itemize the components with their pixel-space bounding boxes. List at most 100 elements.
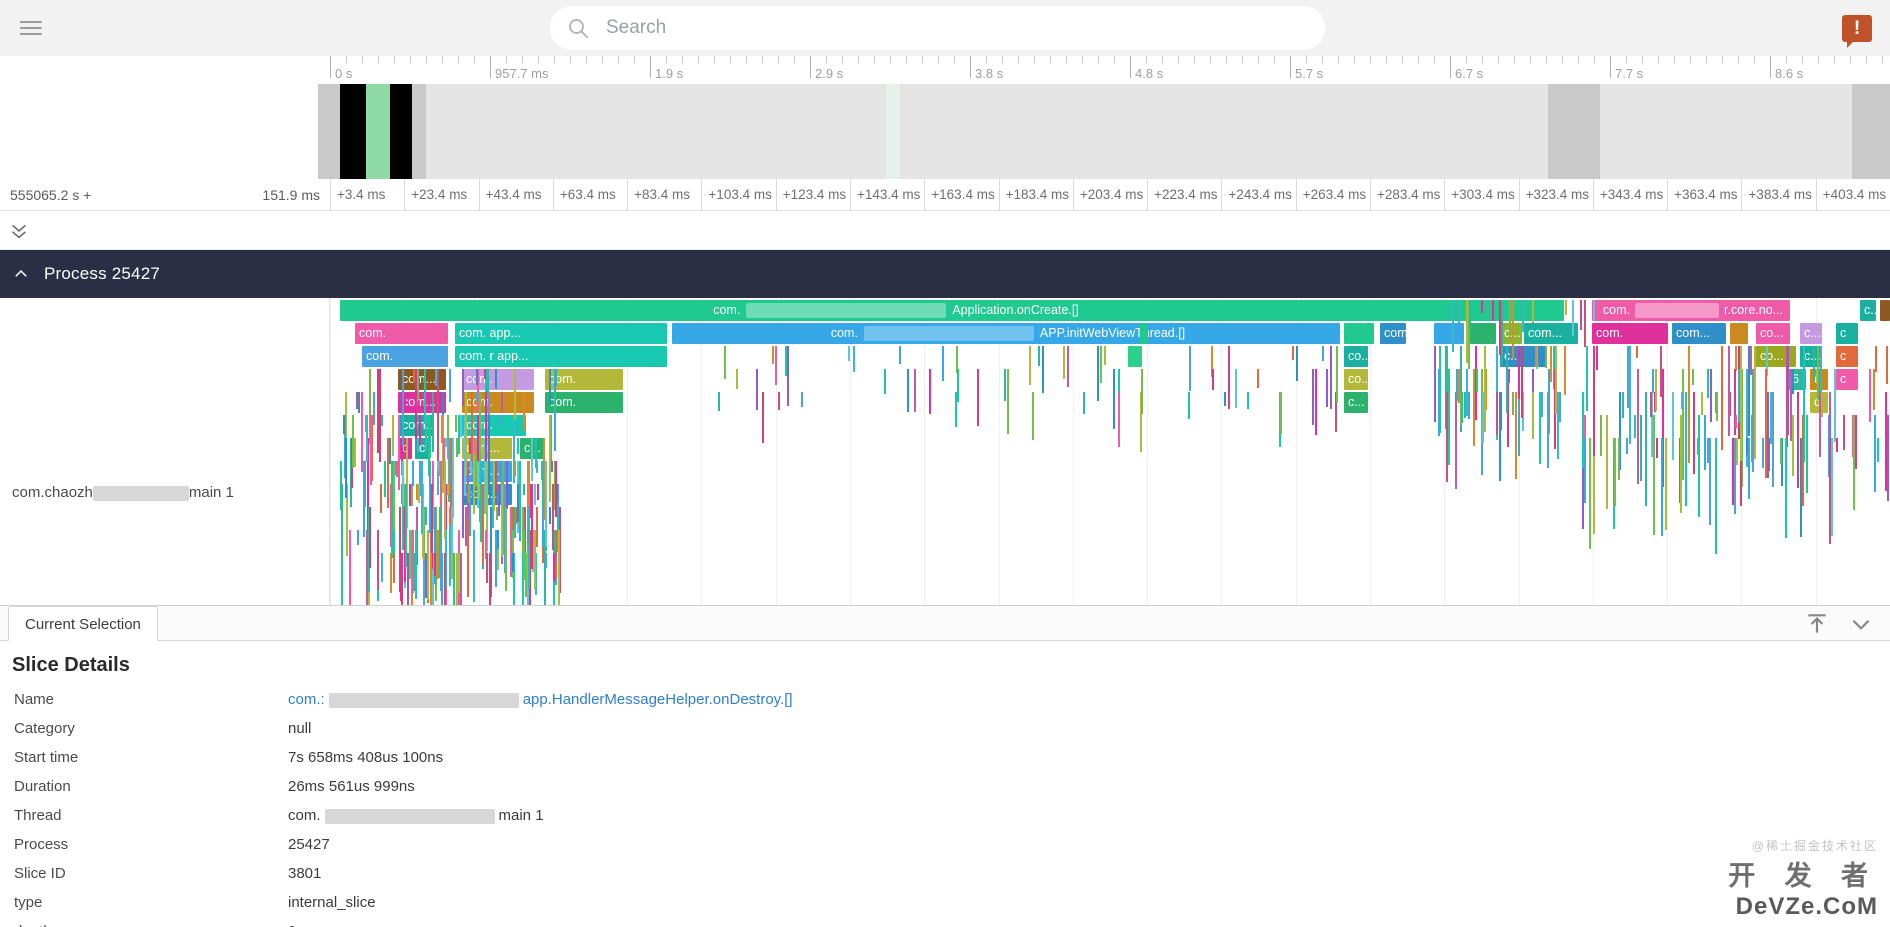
flame-slice-thin[interactable]: [1769, 392, 1772, 445]
flame-slice[interactable]: co...: [1344, 346, 1368, 367]
flame-slice-thin[interactable]: [1734, 438, 1737, 514]
flame-slice[interactable]: [1730, 323, 1748, 344]
flame-slice-thin[interactable]: [345, 438, 348, 499]
flame-slice-thin[interactable]: [1697, 438, 1700, 455]
flame-slice-thin[interactable]: [355, 392, 358, 409]
overview-canvas[interactable]: [0, 84, 1890, 179]
flame-slice-thin[interactable]: [481, 484, 484, 565]
flame-slice-thin[interactable]: [361, 392, 364, 472]
flame-slice-thin[interactable]: [1885, 392, 1888, 491]
flame-slice-thin[interactable]: [1589, 438, 1592, 550]
flame-slice-thin[interactable]: [452, 438, 455, 519]
flame-slice-thin[interactable]: [545, 553, 547, 569]
flame-slice-thin[interactable]: [554, 392, 557, 412]
flame-slice-thin[interactable]: [1515, 392, 1518, 479]
flame-slice-thin[interactable]: [1480, 300, 1483, 314]
flame-slice[interactable]: [1128, 346, 1142, 367]
flame-slice-thin[interactable]: [516, 438, 519, 454]
flame-slice-thin[interactable]: [527, 507, 530, 588]
flame-slice-thin[interactable]: [454, 415, 457, 433]
flame-slice-thin[interactable]: [1802, 415, 1805, 506]
flame-slice-thin[interactable]: [1585, 346, 1588, 367]
flame-slice-thin[interactable]: [1484, 346, 1487, 433]
flame-slice-thin[interactable]: [1715, 392, 1718, 421]
flame-slice-thin[interactable]: [392, 461, 395, 530]
flame-slice-thin[interactable]: [775, 346, 778, 385]
flame-slice-thin[interactable]: [1720, 346, 1723, 450]
flame-slice-thin[interactable]: [467, 484, 470, 504]
flame-slice-thin[interactable]: [1852, 415, 1855, 511]
flame-slice-thin[interactable]: [432, 392, 435, 453]
flame-slice-thin[interactable]: [756, 369, 759, 410]
flame-slice-thin[interactable]: [1877, 438, 1880, 463]
flame-slice-thin[interactable]: [1873, 369, 1876, 410]
flame-slice-thin[interactable]: [1739, 346, 1742, 462]
flame-slice-thin[interactable]: [460, 415, 463, 437]
flame-slice-thin[interactable]: [1707, 369, 1710, 398]
flame-slice-thin[interactable]: [487, 369, 490, 396]
flame-slice-thin[interactable]: [1468, 392, 1471, 419]
flame-slice-thin[interactable]: [1508, 300, 1511, 343]
flame-slice-thin[interactable]: [1532, 392, 1535, 439]
flame-slice-thin[interactable]: [522, 392, 525, 431]
flame-slice-thin[interactable]: [1748, 438, 1751, 499]
flame-slice-thin[interactable]: [1792, 369, 1795, 394]
flame-slice-thin[interactable]: [1466, 300, 1469, 363]
flame-slice-thin[interactable]: [1228, 346, 1231, 410]
flame-slice-thin[interactable]: [1681, 369, 1684, 480]
flame-slice-thin[interactable]: [1187, 392, 1190, 419]
flame-slice-thin[interactable]: [519, 461, 522, 529]
flame-slice[interactable]: [1434, 323, 1464, 344]
flame-slice-thin[interactable]: [558, 530, 560, 605]
flame-slice-thin[interactable]: [1855, 415, 1858, 470]
flame-slice-thin[interactable]: [1571, 300, 1574, 337]
flame-slice-thin[interactable]: [1326, 369, 1329, 407]
flame-slice-thin[interactable]: [1660, 438, 1663, 537]
flame-slice-thin[interactable]: [1869, 369, 1872, 423]
flame-slice-thin[interactable]: [1680, 392, 1683, 410]
flame-slice-thin[interactable]: [929, 369, 932, 414]
flame-slice-thin[interactable]: [447, 438, 450, 489]
flame-slice-thin[interactable]: [1772, 392, 1775, 487]
flame-slice-thin[interactable]: [514, 461, 517, 476]
flame-slice-thin[interactable]: [1280, 392, 1283, 435]
flame-slice-thin[interactable]: [409, 484, 412, 506]
flame-slice-thin[interactable]: [530, 438, 533, 481]
flame-slice-thin[interactable]: [1633, 415, 1636, 439]
flame-slice-thin[interactable]: [535, 507, 538, 548]
flame-slice[interactable]: [1344, 323, 1374, 344]
flame-slice-thin[interactable]: [1330, 346, 1333, 410]
flame-slice-thin[interactable]: [1500, 300, 1503, 366]
flame-slice-thin[interactable]: [852, 346, 855, 373]
flame-slice-thin[interactable]: [976, 369, 979, 427]
flame-slice-thin[interactable]: [1709, 369, 1712, 423]
flame-slice-thin[interactable]: [549, 507, 552, 524]
flame-slice-thin[interactable]: [504, 507, 507, 592]
flame-slice-thin[interactable]: [1707, 438, 1710, 464]
flame-slice-thin[interactable]: [380, 484, 383, 513]
flame-slice-thin[interactable]: [1735, 346, 1738, 372]
slice-details-value-prefix[interactable]: com.:: [288, 691, 325, 708]
flame-slice-thin[interactable]: [1734, 415, 1737, 429]
flame-slice-thin[interactable]: [1003, 369, 1006, 401]
flame-slice-thin[interactable]: [1312, 369, 1315, 425]
flame-slice-thin[interactable]: [464, 507, 467, 547]
flame-slice-thin[interactable]: [443, 553, 446, 605]
flame-slice-thin[interactable]: [1460, 392, 1463, 424]
flame-slice-thin[interactable]: [341, 484, 344, 562]
flame-slice-thin[interactable]: [516, 484, 519, 522]
flame-slice-thin[interactable]: [522, 530, 525, 580]
flame-slice-thin[interactable]: [1511, 392, 1514, 416]
flame-slice-thin[interactable]: [511, 553, 514, 572]
flame-slice-thin[interactable]: [717, 392, 720, 411]
flame-slice-thin[interactable]: [1797, 392, 1800, 489]
flame-slice-thin[interactable]: [472, 530, 475, 603]
hamburger-icon[interactable]: [8, 0, 54, 56]
flame-slice-thin[interactable]: [1496, 392, 1499, 436]
flame-slice-thin[interactable]: [452, 553, 455, 605]
flame-slice[interactable]: [1140, 323, 1148, 344]
flame-slice-thin[interactable]: [898, 346, 901, 365]
flame-slice-thin[interactable]: [461, 461, 464, 538]
flame-slice-thin[interactable]: [1652, 415, 1655, 535]
flame-slice-thin[interactable]: [1830, 438, 1833, 536]
